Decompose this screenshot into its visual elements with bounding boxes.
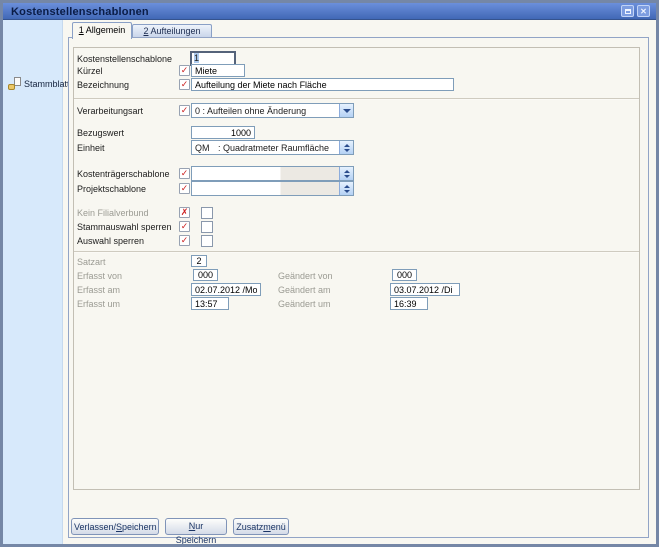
kein-filialverbund-checkbox[interactable]: [201, 207, 213, 219]
kostenstellenschablone-label: Kostenstellenschablone: [77, 54, 172, 65]
edit-flag-icon[interactable]: ✓: [179, 65, 190, 76]
erfasst-von-label: Erfasst von: [77, 271, 122, 282]
zusatzmenue-button[interactable]: Zusatzmenü: [233, 518, 289, 535]
auswahl-sperren-checkbox[interactable]: [201, 235, 213, 247]
edit-flag-icon[interactable]: ✓: [179, 235, 190, 246]
button-label: peichern: [122, 522, 157, 532]
edit-flag-icon[interactable]: ✓: [179, 168, 190, 179]
edit-flag-icon[interactable]: ✓: [179, 105, 190, 116]
einheit-desc: : Quadratmeter Raumfläche: [218, 142, 329, 154]
tab-allgemein[interactable]: 1 Allgemein: [72, 22, 132, 39]
bezugswert-label: Bezugswert: [77, 128, 124, 139]
dropdown-button[interactable]: [339, 104, 353, 117]
close-icon: ✕: [638, 6, 649, 17]
chevron-up-icon: [344, 144, 350, 147]
projektschablone-label: Projektschablone: [77, 184, 146, 195]
close-button[interactable]: ✕: [637, 5, 650, 17]
satzart-value: [191, 255, 207, 267]
chevron-down-icon: [344, 175, 350, 178]
stammblatt-icon: [8, 77, 21, 90]
button-label: ur Speichern: [176, 521, 217, 545]
erfasst-um-value: [191, 297, 229, 310]
bezeichnung-label: Bezeichnung: [77, 80, 129, 91]
verarbeitungsart-value: 0 : Aufteilen ohne Änderung: [195, 105, 306, 117]
selected-value: 1: [194, 53, 199, 63]
locked-flag-icon: ✗: [179, 207, 190, 218]
chevron-down-icon: [343, 109, 351, 113]
verarbeitungsart-select[interactable]: 0 : Aufteilen ohne Änderung: [191, 103, 354, 118]
einheit-label: Einheit: [77, 143, 105, 154]
separator: [74, 251, 639, 253]
kuerzel-label: Kürzel: [77, 66, 103, 77]
stammauswahl-sperren-checkbox[interactable]: [201, 221, 213, 233]
geaendert-von-label: Geändert von: [278, 271, 333, 282]
verlassen-speichern-button[interactable]: Verlassen/Speichern: [71, 518, 159, 535]
tab-aufteilungen[interactable]: 2 Aufteilungen: [132, 24, 212, 37]
chevron-up-icon: [344, 170, 350, 173]
separator: [74, 98, 639, 100]
sidebar-item-stammblatt[interactable]: Stammblatt: [8, 77, 70, 90]
projektschablone-select[interactable]: [191, 181, 354, 196]
edit-flag-icon[interactable]: ✓: [179, 183, 190, 194]
spinner-button[interactable]: [339, 167, 353, 180]
erfasst-um-label: Erfasst um: [77, 299, 120, 310]
satzart-label: Satzart: [77, 257, 106, 268]
verarbeitungsart-label: Verarbeitungsart: [77, 106, 143, 117]
edit-flag-icon[interactable]: ✓: [179, 221, 190, 232]
window-controls: ✕: [621, 5, 650, 17]
geaendert-am-value: [390, 283, 460, 296]
geaendert-um-value: [390, 297, 428, 310]
nur-speichern-button[interactable]: Nur Speichern: [165, 518, 227, 535]
window-titlebar[interactable]: Kostenstellenschablonen ✕: [3, 3, 656, 20]
sidebar-item-label: Stammblatt: [24, 79, 70, 89]
auswahl-sperren-label: Auswahl sperren: [77, 236, 144, 247]
erfasst-von-value: [193, 269, 218, 281]
form-group-box: [73, 47, 640, 490]
kostentraegerschablone-label: Kostenträgerschablone: [77, 169, 170, 180]
spinner-button[interactable]: [339, 141, 353, 154]
kein-filialverbund-label: Kein Filialverbund: [77, 208, 149, 219]
kostentraegerschablone-select[interactable]: [191, 166, 354, 181]
chevron-up-icon: [344, 185, 350, 188]
sidebar: Stammblatt: [3, 20, 63, 544]
erfasst-am-label: Erfasst am: [77, 285, 120, 296]
geaendert-von-value: [392, 269, 417, 281]
geaendert-am-label: Geändert am: [278, 285, 331, 296]
geaendert-um-label: Geändert um: [278, 299, 331, 310]
button-accel: m: [263, 522, 271, 532]
tab-label: Allgemein: [84, 25, 126, 35]
chevron-down-icon: [344, 190, 350, 193]
edit-flag-icon[interactable]: ✓: [179, 79, 190, 90]
restore-button[interactable]: [621, 5, 634, 17]
bezeichnung-input[interactable]: [191, 78, 454, 91]
restore-icon: [625, 9, 631, 14]
tab-label: Aufteilungen: [148, 26, 200, 36]
stammauswahl-sperren-label: Stammauswahl sperren: [77, 222, 172, 233]
app-window: Kostenstellenschablonen ✕ Stammblatt 1 A…: [0, 0, 659, 547]
spinner-button[interactable]: [339, 182, 353, 195]
bezugswert-input[interactable]: [191, 126, 255, 139]
einheit-code: QM: [195, 142, 210, 154]
button-label: Zusatz: [236, 522, 263, 532]
window-title: Kostenstellenschablonen: [11, 6, 149, 18]
chevron-down-icon: [344, 149, 350, 152]
kuerzel-input[interactable]: [191, 64, 245, 77]
button-label: Verlassen/: [74, 522, 116, 532]
button-label: enü: [271, 522, 286, 532]
einheit-select[interactable]: QM : Quadratmeter Raumfläche: [191, 140, 354, 155]
erfasst-am-value: [191, 283, 261, 296]
